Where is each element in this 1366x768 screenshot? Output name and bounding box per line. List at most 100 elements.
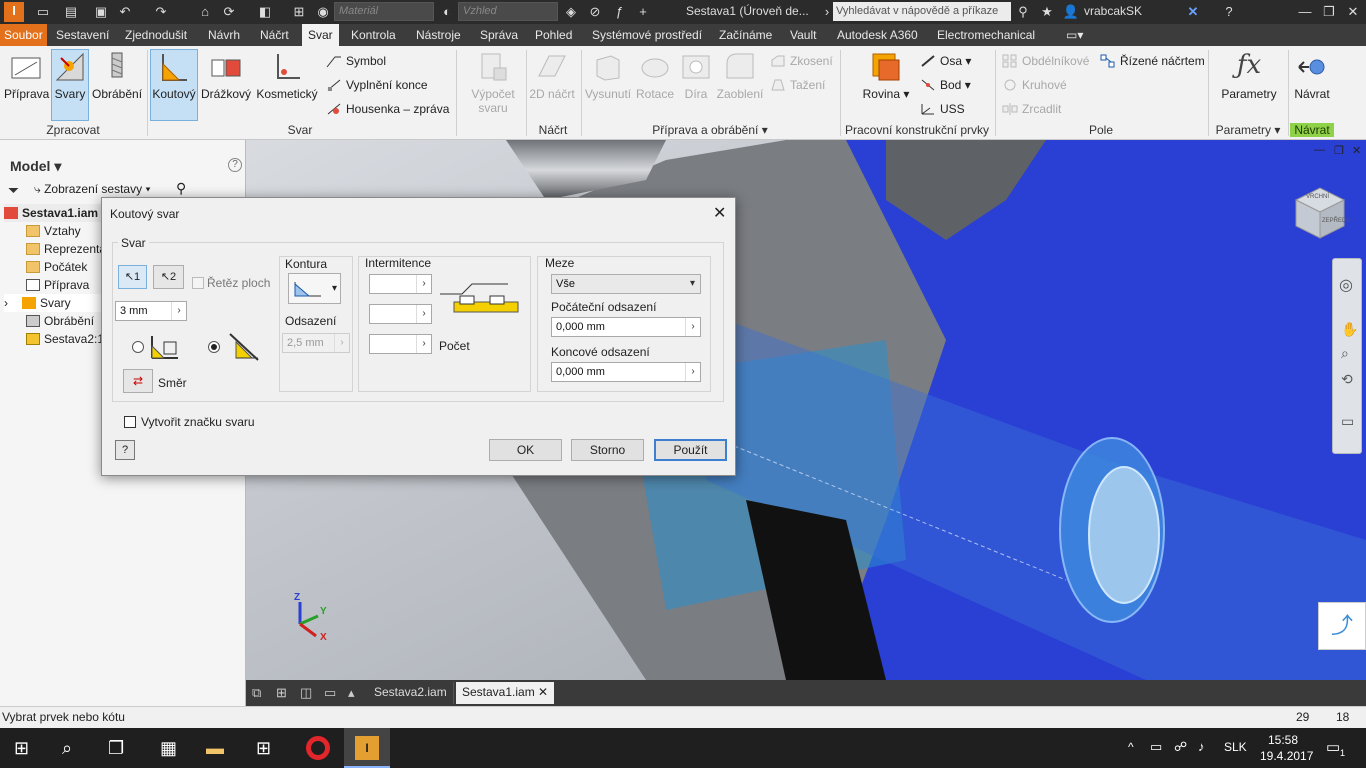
intermittent-spacing-input[interactable]: › (369, 304, 432, 324)
view-dropdown[interactable]: ⤷ Zobrazení sestavy ▾ (34, 182, 150, 197)
calculator-icon[interactable]: ▦ (160, 738, 177, 759)
close-icon[interactable]: ✕ (538, 685, 548, 699)
user-name[interactable]: vrabcakSK (1084, 4, 1142, 18)
weld-type-radio-2[interactable] (208, 341, 220, 353)
help-icon[interactable]: ? (228, 158, 242, 172)
tab-autodesk-a360[interactable]: Autodesk A360 (837, 24, 918, 46)
language-indicator[interactable]: SLK (1224, 740, 1247, 754)
close-icon[interactable]: ✕ (713, 203, 726, 223)
user-icon[interactable]: 👤 (1062, 3, 1080, 21)
vypocet-svaru-button[interactable]: Výpočet svaru (464, 50, 522, 120)
tab-electromechanical[interactable]: Electromechanical (937, 24, 1035, 46)
look-at-icon[interactable]: ▭ (1341, 413, 1354, 430)
tab-sestaveni[interactable]: Sestavení (56, 24, 109, 46)
tab-options-icon[interactable]: ▭▾ (1066, 24, 1083, 46)
chevron-right-icon[interactable]: › (416, 275, 431, 293)
tab-zaciname[interactable]: Začínáme (719, 24, 772, 46)
tab-svar[interactable]: Svar (302, 24, 339, 46)
cancel-button[interactable]: Storno (571, 439, 644, 461)
inventor-taskbar-button[interactable]: I (344, 728, 390, 768)
measure-icon[interactable]: ⊞ (290, 3, 308, 21)
exchange-icon[interactable]: ✕ (1184, 3, 1202, 21)
parametry-button[interactable]: ƒx Parametry (1218, 50, 1280, 120)
steering-wheel-icon[interactable]: ◎ (1339, 275, 1353, 295)
chevron-up-icon[interactable]: ^ (1128, 740, 1134, 754)
chevron-right-icon[interactable]: › (685, 363, 700, 381)
tab-sprava[interactable]: Správa (480, 24, 518, 46)
plus-icon[interactable]: + (634, 3, 652, 21)
windows-start-icon[interactable]: ⊞ (14, 738, 29, 759)
help-icon[interactable]: ? (115, 440, 135, 460)
doc-tab-sestava2[interactable]: Sestava2.iam (368, 682, 454, 704)
tab-pohled[interactable]: Pohled (535, 24, 572, 46)
select-face-2-button[interactable]: ↖2 (153, 265, 184, 289)
tab-soubor[interactable]: Soubor (0, 24, 47, 46)
fx-icon[interactable]: ƒ (610, 3, 628, 21)
network-icon[interactable]: ☍ (1174, 739, 1187, 755)
notification-icon[interactable]: ▭ (1326, 738, 1340, 756)
tab-kontrola[interactable]: Kontrola (351, 24, 396, 46)
housenka-zprava-button[interactable]: Housenka – zpráva (326, 100, 449, 118)
appearance-icon[interactable]: ◐ (438, 3, 456, 21)
obdelnikove-button[interactable]: Obdélníkové (1002, 52, 1089, 70)
chain-faces-checkbox[interactable] (192, 277, 204, 289)
volume-icon[interactable]: ♪ (1198, 739, 1205, 754)
save-icon[interactable]: ▣ (92, 3, 110, 21)
rizene-nacrtem-button[interactable]: Řízené náčrtem (1100, 52, 1205, 70)
navrat-button[interactable]: Návrat (1292, 50, 1332, 120)
dira-button[interactable]: Díra (678, 50, 714, 120)
obrabeni-button[interactable]: Obrábění (92, 50, 142, 120)
intermittent-count-input[interactable]: › (369, 334, 432, 354)
ok-button[interactable]: OK (489, 439, 562, 461)
clock-time[interactable]: 15:58 (1268, 733, 1298, 747)
kruhove-button[interactable]: Kruhové (1002, 76, 1067, 94)
create-weld-symbol-checkbox[interactable] (124, 416, 136, 428)
pan-icon[interactable]: ✋ (1341, 321, 1358, 338)
clear-icon[interactable]: ⊘ (586, 3, 604, 21)
osa-button[interactable]: Osa ▾ (920, 52, 971, 70)
tab-nastroje[interactable]: Nástroje (416, 24, 461, 46)
rotace-button[interactable]: Rotace (634, 50, 676, 120)
doc-close-icon[interactable]: ✕ (1352, 144, 1361, 157)
priprava-button[interactable]: Příprava (4, 50, 49, 120)
bod-button[interactable]: Bod ▾ (920, 76, 971, 94)
zoom-icon[interactable]: ⌕ (1341, 345, 1349, 362)
svary-button[interactable]: Svary (51, 49, 89, 121)
symbol-button[interactable]: Symbol (326, 52, 386, 70)
chevron-right-icon[interactable]: › (334, 334, 349, 352)
help-search-input[interactable]: Vyhledávat v nápovědě a příkaze (833, 2, 1011, 21)
start-offset-input[interactable]: 0,000 mm › (551, 317, 701, 337)
material-dropdown[interactable]: Materiál (334, 2, 434, 21)
open-icon[interactable]: ▤ (62, 3, 80, 21)
help-icon[interactable]: ? (1220, 3, 1238, 21)
tab-vault[interactable]: Vault (790, 24, 816, 46)
kosmeticky-button[interactable]: Kosmetický (255, 50, 319, 120)
tazeni-button[interactable]: Tažení (770, 76, 825, 94)
tile-vertical-icon[interactable]: ◫ (300, 685, 312, 701)
limits-select[interactable]: Vše ▾ (551, 274, 701, 294)
intermittent-length-input[interactable]: › (369, 274, 432, 294)
chevron-right-icon[interactable]: › (416, 305, 431, 323)
clock-date[interactable]: 19.4.2017 (1260, 749, 1313, 763)
star-icon[interactable]: ★ (1038, 3, 1056, 21)
filter-icon[interactable]: ⏷ (8, 182, 19, 199)
tab-navrh[interactable]: Návrh (208, 24, 240, 46)
koutovy-button[interactable]: Koutový (150, 49, 198, 121)
new-icon[interactable]: ▭ (34, 3, 52, 21)
rovina-button[interactable]: Rovina ▾ (862, 50, 910, 120)
store-icon[interactable]: ⊞ (256, 738, 271, 759)
contour-dropdown[interactable]: ▾ (288, 273, 341, 304)
zrcadlit-button[interactable]: Zrcadlit (1002, 100, 1061, 118)
group-parametry[interactable]: Parametry ▾ (1210, 123, 1286, 137)
vysunuti-button[interactable]: Vysunutí (584, 50, 632, 120)
binoculars-icon[interactable]: ⚲ (1014, 3, 1032, 21)
zkoseni-button[interactable]: Zkosení (770, 52, 833, 70)
browser-title[interactable]: Model ▾ (10, 158, 61, 175)
weld-size-input[interactable]: 3 mm › (115, 301, 187, 321)
redo-icon[interactable]: ↷ (152, 3, 170, 21)
adjust-icon[interactable]: ◈ (562, 3, 580, 21)
minimize-icon[interactable]: — (1296, 3, 1314, 21)
select-face-1-button[interactable]: ↖1 (118, 265, 147, 289)
arrange-icon[interactable]: ▭ (324, 685, 336, 701)
update-icon[interactable]: ⟳ (220, 3, 238, 21)
